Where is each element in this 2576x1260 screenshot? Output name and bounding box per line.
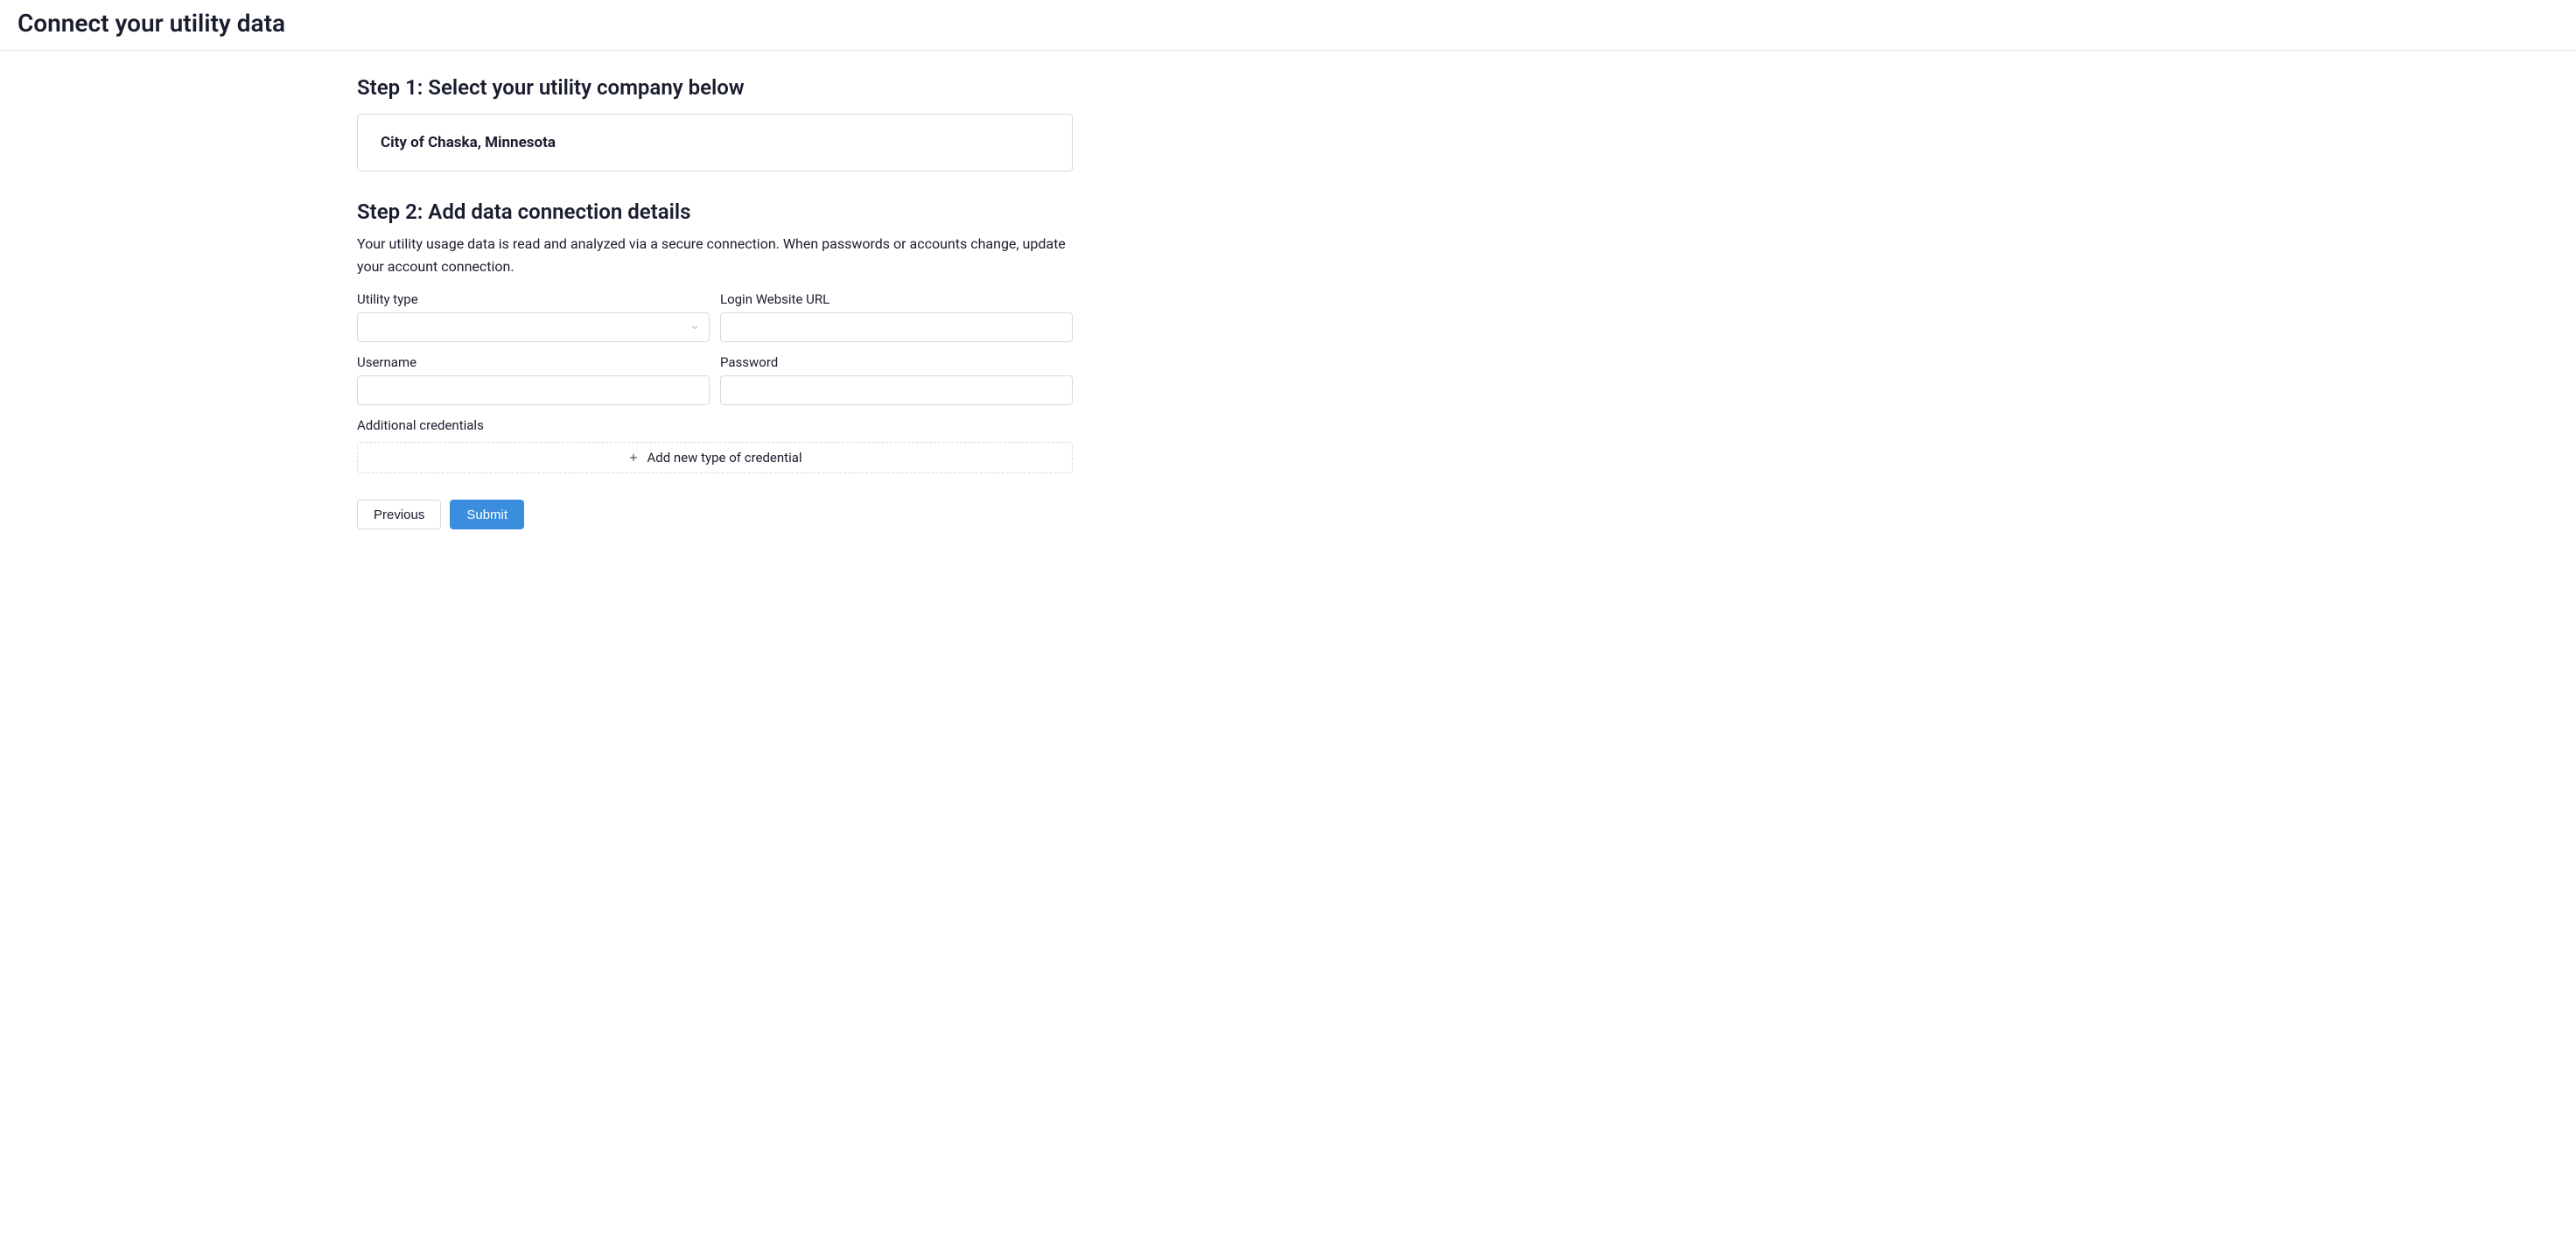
page-title: Connect your utility data [18, 9, 2558, 38]
password-field: Password [720, 354, 1073, 405]
additional-credentials-label: Additional credentials [357, 417, 1073, 433]
step2-description: Your utility usage data is read and anal… [357, 233, 1073, 277]
add-credential-button[interactable]: Add new type of credential [357, 442, 1073, 473]
step1-title: Step 1: Select your utility company belo… [357, 75, 1073, 100]
page-header: Connect your utility data [0, 0, 2576, 51]
chevron-down-icon [690, 322, 700, 332]
previous-button[interactable]: Previous [357, 500, 441, 529]
plus-icon [627, 452, 640, 464]
step2-title: Step 2: Add data connection details [357, 200, 1073, 224]
utility-type-label: Utility type [357, 291, 710, 307]
username-field: Username [357, 354, 710, 405]
utility-type-field: Utility type [357, 291, 710, 342]
button-row: Previous Submit [357, 500, 1073, 529]
username-label: Username [357, 354, 710, 370]
login-url-label: Login Website URL [720, 291, 1073, 307]
form-row-2: Username Password [357, 354, 1073, 405]
form-container: Step 1: Select your utility company belo… [357, 51, 1073, 529]
submit-button[interactable]: Submit [450, 500, 524, 529]
selected-company-label: City of Chaska, Minnesota [381, 134, 556, 151]
form-row-1: Utility type Login Website URL [357, 291, 1073, 342]
add-credential-label: Add new type of credential [647, 450, 802, 466]
utility-company-select[interactable]: City of Chaska, Minnesota [357, 114, 1073, 172]
password-input[interactable] [720, 375, 1073, 405]
username-input[interactable] [357, 375, 710, 405]
login-url-field: Login Website URL [720, 291, 1073, 342]
password-label: Password [720, 354, 1073, 370]
login-url-input[interactable] [720, 312, 1073, 342]
utility-type-select[interactable] [357, 312, 710, 342]
